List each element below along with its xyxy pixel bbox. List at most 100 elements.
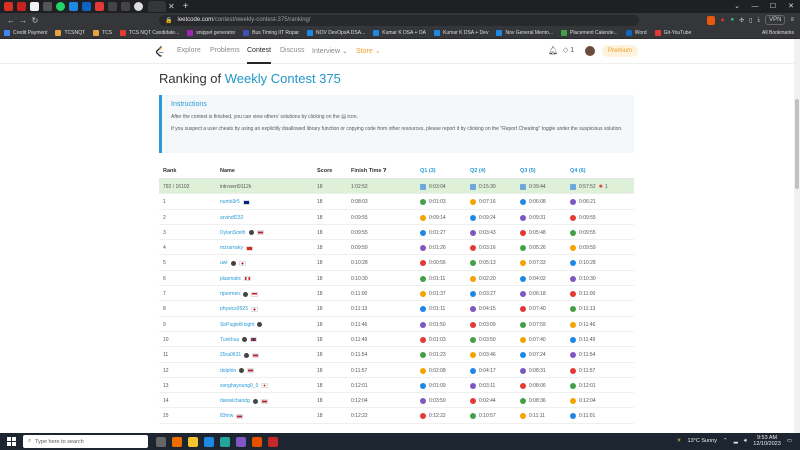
language-icon[interactable] <box>470 398 476 405</box>
q2-solution-cell[interactable]: 0:10:57 <box>470 413 496 420</box>
user-name-link[interactable]: plasmatic <box>220 276 252 282</box>
q3-solution-cell[interactable]: 0:04:02 <box>520 275 546 282</box>
language-icon[interactable] <box>470 306 476 313</box>
nav-discuss[interactable]: Discuss <box>280 47 305 54</box>
header-q1[interactable]: Q1 (3) <box>420 168 436 174</box>
user-name-link[interactable]: mzrarnsky <box>220 245 254 251</box>
q3-solution-cell[interactable]: 0:06:18 <box>520 291 546 298</box>
q2-solution-cell[interactable]: 0:03:16 <box>470 245 496 252</box>
forward-icon[interactable]: → <box>17 16 29 25</box>
scrollbar-thumb[interactable] <box>795 99 799 189</box>
q3-solution-cell[interactable]: 0:39:44 <box>520 184 546 190</box>
language-icon[interactable] <box>470 199 476 206</box>
bookmark-item[interactable]: Placement Calende... <box>560 29 618 36</box>
language-icon[interactable] <box>470 321 476 328</box>
github-tab-icon[interactable] <box>134 2 143 11</box>
language-icon[interactable] <box>420 321 426 328</box>
q3-solution-cell[interactable]: 0:05:26 <box>520 245 546 252</box>
app-icon[interactable] <box>236 436 246 447</box>
chevron-up-icon[interactable]: ⌃ <box>723 438 728 444</box>
weather-text[interactable]: 13°C Sunny <box>688 438 717 444</box>
language-icon[interactable] <box>520 336 526 343</box>
language-icon[interactable] <box>420 367 426 374</box>
clock[interactable]: 9:53 AM 12/10/2023 <box>753 435 781 447</box>
vpn-button[interactable]: VPN <box>765 15 786 25</box>
q1-solution-cell[interactable]: 0:01:11 <box>420 306 445 313</box>
q4-solution-cell[interactable]: 0:11:46 <box>570 321 595 328</box>
language-icon[interactable] <box>470 367 476 374</box>
file-explorer-icon[interactable] <box>188 436 198 447</box>
user-name-link[interactable]: danielchandg <box>220 398 268 404</box>
q2-solution-cell[interactable]: 0:09:24 <box>470 214 496 221</box>
header-q4[interactable]: Q4 (6) <box>570 168 586 174</box>
nav-interview[interactable]: Interview ⌄ <box>312 47 348 55</box>
q2-solution-cell[interactable]: 0:04:15 <box>470 306 496 313</box>
language-icon[interactable] <box>570 245 576 252</box>
q4-solution-cell[interactable]: 0:09:59 <box>570 245 596 252</box>
q4-solution-cell[interactable]: 0:09:55 <box>570 229 596 236</box>
q1-solution-cell[interactable]: 0:01:23 <box>420 352 446 359</box>
bookmark-item[interactable]: Word <box>625 29 647 36</box>
maximize-icon[interactable]: ☐ <box>764 0 782 13</box>
bookmark-item[interactable]: Kumar K DSA + Dev <box>434 29 488 36</box>
q2-solution-cell[interactable]: 0:15:30 <box>470 184 496 190</box>
bookmark-item[interactable]: Credit Payment <box>4 29 47 36</box>
q4-solution-cell[interactable]: 0:12:04 <box>570 398 596 405</box>
avatar[interactable] <box>585 46 595 56</box>
language-icon[interactable] <box>520 260 526 267</box>
bookmark-item[interactable]: Nov General Mento... <box>496 29 553 36</box>
q4-solution-cell[interactable]: 0:11:57 <box>570 367 595 374</box>
q2-solution-cell[interactable]: 0:03:50 <box>470 336 496 343</box>
language-icon[interactable] <box>520 199 526 206</box>
q4-solution-cell[interactable]: 0:06:21 <box>570 199 596 206</box>
bell-icon[interactable]: 🔔︎ <box>548 46 558 55</box>
leetcode-logo-icon[interactable] <box>155 46 165 57</box>
contest-link[interactable]: Weekly Contest 375 <box>225 71 341 86</box>
user-name-link[interactable]: Tunkhuu <box>220 337 258 343</box>
app-icon[interactable] <box>252 436 262 447</box>
user-name-link[interactable]: 25ra0631 <box>220 352 260 358</box>
q1-solution-cell[interactable]: 0:01:03 <box>420 336 446 343</box>
new-tab-icon[interactable]: + <box>183 2 189 12</box>
user-name-link[interactable]: dolphin <box>220 368 255 374</box>
q3-solution-cell[interactable]: 0:08:36 <box>520 398 546 405</box>
language-icon[interactable] <box>420 306 426 313</box>
network-icon[interactable]: ▂ <box>734 438 738 444</box>
language-icon[interactable] <box>520 352 526 359</box>
back-icon[interactable]: ← <box>5 16 17 25</box>
language-icon[interactable] <box>520 306 526 313</box>
q4-solution-cell[interactable]: 0:11:54 <box>570 352 595 359</box>
youtube-tab-icon[interactable] <box>95 2 104 11</box>
windows-start-icon[interactable] <box>7 437 16 446</box>
bookmark-item[interactable]: snippet generator <box>187 29 235 36</box>
language-icon[interactable] <box>470 352 476 359</box>
brave-shield-icon[interactable] <box>706 15 715 25</box>
header-q2[interactable]: Q2 (4) <box>470 168 486 174</box>
close-tab-icon[interactable]: ✕ <box>168 2 175 11</box>
q4-solution-cell[interactable]: 0:57:52 ✱ 1 <box>570 184 608 190</box>
language-icon[interactable] <box>420 352 426 359</box>
language-icon[interactable] <box>520 214 526 221</box>
user-name-link[interactable]: uwi <box>220 260 246 266</box>
language-icon[interactable] <box>570 367 576 374</box>
tab-icon[interactable] <box>108 2 117 11</box>
brave-app-icon[interactable] <box>172 436 182 447</box>
q3-solution-cell[interactable]: 0:08:06 <box>520 382 546 389</box>
q1-solution-cell[interactable]: 0:01:11 <box>420 275 445 282</box>
reload-icon[interactable]: ↻ <box>29 16 41 25</box>
q1-solution-cell[interactable]: 0:01:26 <box>420 245 446 252</box>
language-icon[interactable] <box>470 260 476 267</box>
tab-icon[interactable] <box>69 2 78 11</box>
minimize-icon[interactable]: — <box>746 0 764 13</box>
q4-solution-cell[interactable]: 0:11:49 <box>570 336 595 343</box>
volume-icon[interactable]: 🔊︎ <box>744 438 747 445</box>
language-icon[interactable] <box>570 321 576 328</box>
language-icon[interactable] <box>470 291 476 298</box>
q2-solution-cell[interactable]: 0:03:43 <box>470 229 496 236</box>
language-icon[interactable] <box>570 260 576 267</box>
streak-counter[interactable]: ◇ 1 <box>563 46 574 54</box>
language-icon[interactable] <box>420 214 426 221</box>
language-icon[interactable] <box>420 199 426 206</box>
solution-doc-icon[interactable] <box>520 184 526 190</box>
language-icon[interactable] <box>520 321 526 328</box>
